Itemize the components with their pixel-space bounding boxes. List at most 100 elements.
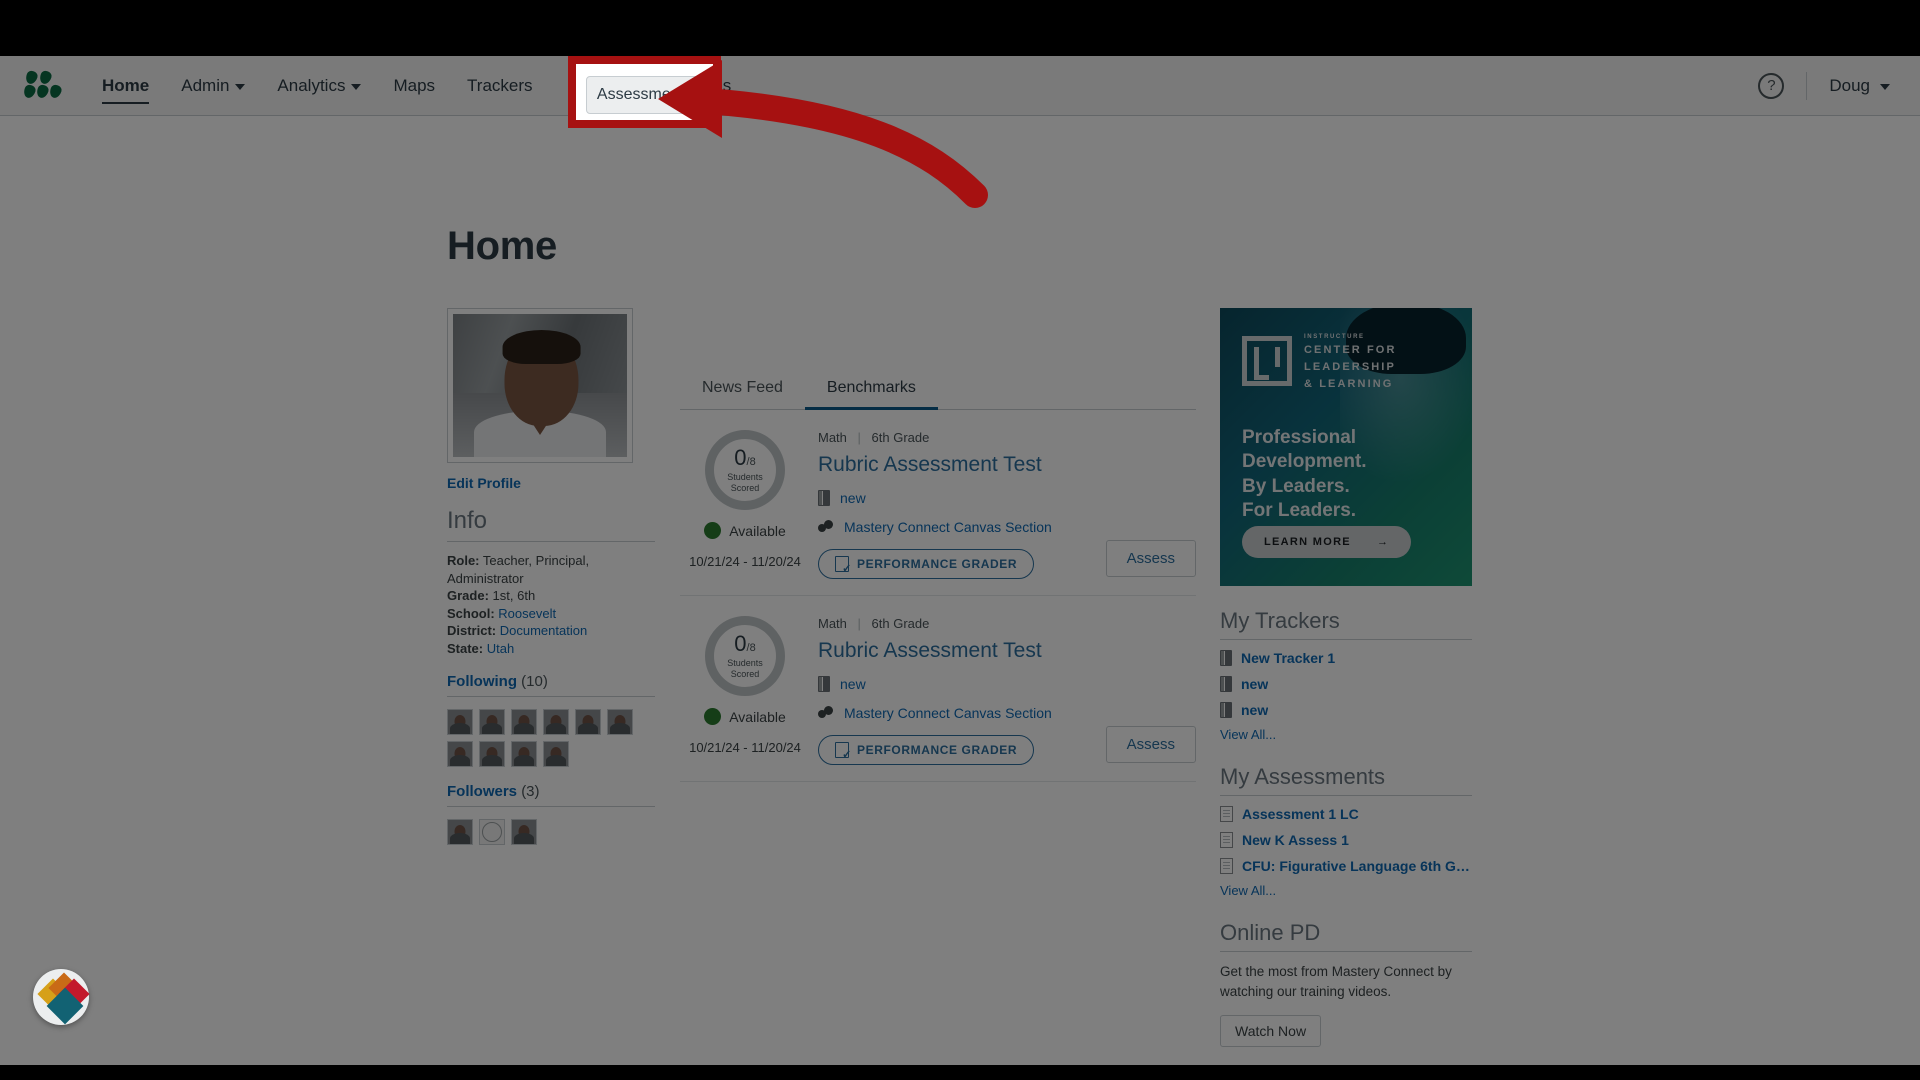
- nav-item-home-label: Home: [102, 75, 150, 95]
- nav-item-analytics[interactable]: Analytics: [261, 56, 377, 116]
- followers-heading[interactable]: Followers (3): [447, 783, 655, 808]
- assessments-view-all-link[interactable]: View All...: [1220, 883, 1472, 898]
- avatar[interactable]: [543, 741, 569, 768]
- status-label: Available: [729, 708, 786, 725]
- benchmark-title-link[interactable]: Rubric Assessment Test: [818, 639, 1196, 663]
- help-launcher-widget[interactable]: [33, 969, 90, 1025]
- benchmark-subject: Math: [818, 616, 847, 631]
- tracker-icon: [1220, 676, 1232, 692]
- avatar[interactable]: [511, 709, 537, 736]
- tracker-link[interactable]: New Tracker 1: [1241, 650, 1335, 666]
- nav-item-home[interactable]: Home: [86, 56, 165, 116]
- score-total: /8: [746, 456, 756, 469]
- performance-grader-button[interactable]: PERFORMANCE GRADER: [818, 549, 1035, 579]
- score-caption: Students Scored: [727, 472, 763, 493]
- arrow-right-icon: →: [1376, 536, 1390, 548]
- performance-grader-label: PERFORMANCE GRADER: [857, 557, 1018, 571]
- date-range: 10/21/24 - 11/20/24: [689, 740, 801, 755]
- avatar[interactable]: [479, 741, 505, 768]
- promo-headline-line4: For Leaders.: [1242, 499, 1357, 521]
- list-item[interactable]: new: [1220, 676, 1472, 692]
- edit-profile-link[interactable]: Edit Profile: [447, 475, 655, 491]
- section-link[interactable]: Mastery Connect Canvas Section: [844, 519, 1052, 535]
- nav-item-maps[interactable]: Maps: [377, 56, 451, 116]
- document-icon: [1220, 806, 1233, 822]
- tab-benchmarks[interactable]: Benchmarks: [804, 371, 938, 410]
- promo-headline-line3: By Leaders.: [1242, 475, 1350, 497]
- score-total: /8: [746, 642, 756, 655]
- tracker-link[interactable]: new: [840, 676, 866, 692]
- avatar-placeholder[interactable]: [479, 819, 505, 846]
- benchmark-score-block: 0/8 Students Scored Available 10/21/24 -…: [680, 616, 810, 765]
- tab-news-feed[interactable]: News Feed: [680, 371, 805, 409]
- list-item[interactable]: New Tracker 1: [1220, 650, 1472, 666]
- info-value-district[interactable]: Documentation: [500, 623, 587, 638]
- nav-item-admin[interactable]: Admin: [165, 56, 261, 116]
- benchmark-title-link[interactable]: Rubric Assessment Test: [818, 453, 1196, 477]
- meta-separator: |: [857, 616, 861, 631]
- list-item[interactable]: New K Assess 1: [1220, 832, 1472, 848]
- promo-banner[interactable]: INSTRUCTURE CENTER FOR LEADERSHIP & LEAR…: [1220, 308, 1472, 586]
- info-row-grade: Grade: 1st, 6th: [447, 587, 655, 605]
- avatar[interactable]: [575, 709, 601, 736]
- benchmark-card: 0/8 Students Scored Available 10/21/24 -…: [680, 410, 1196, 596]
- nav-item-trackers[interactable]: Trackers: [451, 56, 549, 116]
- tracker-icon: [1220, 650, 1232, 666]
- info-label-state: State:: [447, 640, 484, 656]
- tracker-icon: [1220, 702, 1232, 718]
- info-value-school[interactable]: Roosevelt: [498, 606, 556, 621]
- avatar[interactable]: [511, 741, 537, 768]
- promo-brand: INSTRUCTURE CENTER FOR LEADERSHIP & LEAR…: [1304, 334, 1397, 393]
- status-dot-icon: [704, 708, 722, 725]
- tracker-link[interactable]: new: [1241, 702, 1268, 718]
- followers-label: Followers: [447, 783, 518, 801]
- tracker-link[interactable]: new: [1241, 676, 1268, 692]
- watch-now-button[interactable]: Watch Now: [1220, 1015, 1322, 1048]
- feed-tabs: News Feed Benchmarks: [680, 371, 1196, 410]
- benchmark-meta: Math | 6th Grade: [818, 616, 1196, 631]
- score-value: 0: [734, 445, 747, 471]
- avatar[interactable]: [511, 819, 537, 846]
- chevron-down-icon: [351, 84, 362, 90]
- nav-item-analytics-label: Analytics: [277, 75, 346, 95]
- avatar[interactable]: [607, 709, 633, 736]
- info-label-district: District:: [447, 623, 497, 639]
- user-menu[interactable]: Doug: [1829, 76, 1890, 96]
- assessment-link[interactable]: CFU: Figurative Language 6th Grad...: [1242, 858, 1472, 874]
- promo-brand-tiny: INSTRUCTURE: [1304, 334, 1365, 340]
- avatar[interactable]: [447, 709, 473, 736]
- help-icon[interactable]: ?: [1758, 72, 1785, 99]
- page-body: Home Edit Profile Info Role: Teacher, Pr…: [0, 116, 1920, 1065]
- trackers-view-all-link[interactable]: View All...: [1220, 727, 1472, 742]
- list-item[interactable]: new: [1220, 702, 1472, 718]
- chevron-down-icon: [1880, 84, 1890, 90]
- nav-item-items[interactable]: Items: [674, 56, 748, 116]
- section-link[interactable]: Mastery Connect Canvas Section: [844, 705, 1052, 721]
- assess-button[interactable]: Assess: [1105, 726, 1196, 763]
- learn-more-button[interactable]: LEARN MORE →: [1242, 526, 1412, 558]
- promo-headline-line2: Development.: [1242, 451, 1367, 473]
- assessment-link[interactable]: Assessment 1 LC: [1242, 806, 1359, 822]
- assessment-link[interactable]: New K Assess 1: [1242, 832, 1349, 848]
- avatar[interactable]: [479, 709, 505, 736]
- meta-separator: |: [857, 430, 861, 445]
- status-label: Available: [729, 522, 786, 539]
- following-heading[interactable]: Following (10): [447, 673, 655, 698]
- status-badge: Available: [680, 522, 810, 539]
- benchmark-grade: 6th Grade: [871, 430, 930, 445]
- info-label-grade: Grade:: [447, 588, 489, 604]
- avatar[interactable]: [543, 709, 569, 736]
- avatar[interactable]: [447, 819, 473, 846]
- avatar[interactable]: [447, 741, 473, 768]
- benchmark-tracker-row: new: [818, 490, 1196, 506]
- app-viewport: Home Admin Analytics Maps Trackers Asses…: [0, 56, 1920, 1065]
- followers-count: (3): [521, 783, 540, 801]
- mastery-connect-logo[interactable]: [22, 69, 63, 101]
- tracker-link[interactable]: new: [840, 490, 866, 506]
- assess-button[interactable]: Assess: [1105, 540, 1196, 577]
- list-item[interactable]: Assessment 1 LC: [1220, 806, 1472, 822]
- info-value-state[interactable]: Utah: [487, 641, 514, 656]
- info-heading: Info: [447, 507, 655, 542]
- list-item[interactable]: CFU: Figurative Language 6th Grad...: [1220, 858, 1472, 874]
- performance-grader-button[interactable]: PERFORMANCE GRADER: [818, 735, 1035, 765]
